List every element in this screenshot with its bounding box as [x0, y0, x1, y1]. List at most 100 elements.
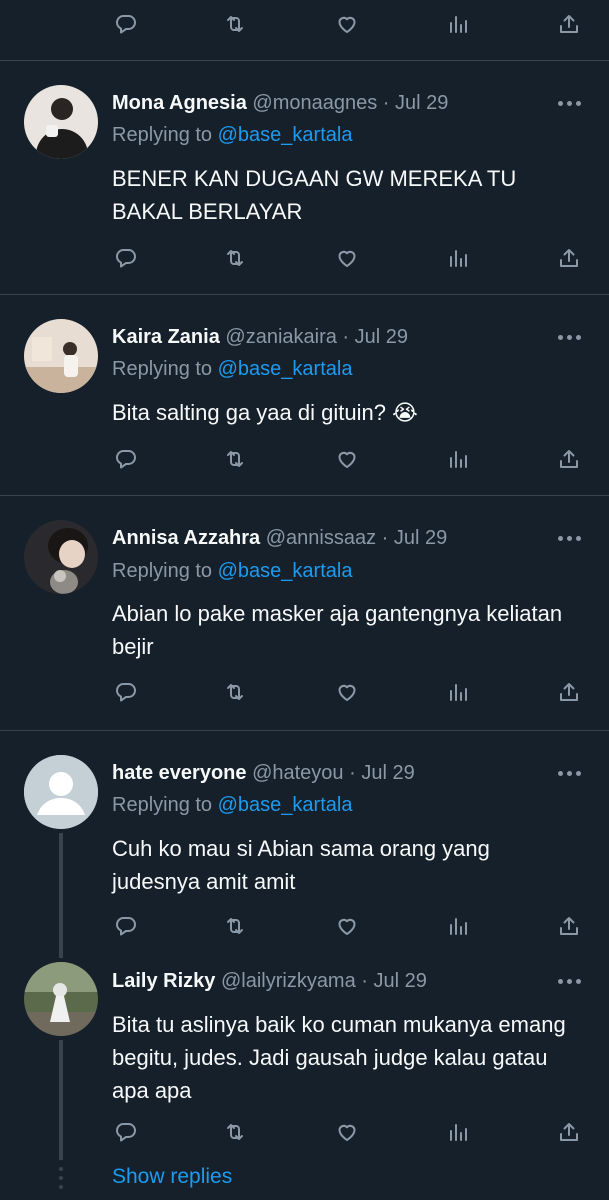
reply-icon	[114, 246, 138, 270]
divider	[0, 60, 609, 61]
action-bar	[0, 906, 609, 946]
tweet-date[interactable]: Jul 29	[374, 970, 427, 992]
display-name[interactable]: Mona Agnesia	[112, 92, 247, 114]
like-button[interactable]	[327, 672, 367, 712]
analytics-button[interactable]	[438, 238, 478, 278]
avatar[interactable]	[24, 520, 98, 594]
like-button[interactable]	[327, 1112, 367, 1152]
display-name[interactable]: hate everyone	[112, 762, 247, 784]
tweet-date[interactable]: Jul 29	[394, 527, 447, 549]
handle[interactable]: @annissaaz	[266, 527, 376, 549]
avatar[interactable]	[24, 962, 98, 1036]
analytics-icon	[446, 447, 470, 471]
divider	[0, 730, 609, 731]
reply-button[interactable]	[106, 1112, 146, 1152]
retweet-button[interactable]	[215, 439, 255, 479]
tweet-date[interactable]: Jul 29	[355, 326, 408, 348]
reply-button[interactable]	[106, 4, 146, 44]
like-icon	[335, 914, 359, 938]
replying-to: Replying to @base_kartala	[112, 556, 352, 586]
replying-to-link[interactable]: @base_kartala	[218, 794, 353, 816]
share-button[interactable]	[549, 4, 589, 44]
more-button[interactable]	[548, 966, 590, 996]
analytics-button[interactable]	[438, 906, 478, 946]
replying-to-label: Replying to	[112, 794, 218, 816]
retweet-button[interactable]	[215, 238, 255, 278]
analytics-button[interactable]	[438, 439, 478, 479]
reply-icon	[114, 447, 138, 471]
action-bar	[0, 439, 609, 479]
tweet-text: Bita salting ga yaa di gituin? 😭	[112, 396, 582, 429]
tweet-text: Cuh ko mau si Abian sama orang yang jude…	[112, 836, 490, 894]
more-button[interactable]	[548, 322, 590, 352]
share-button[interactable]	[549, 238, 589, 278]
display-name[interactable]: Laily Rizky	[112, 970, 215, 992]
share-button[interactable]	[549, 672, 589, 712]
reply-button[interactable]	[106, 238, 146, 278]
show-replies-link[interactable]: Show replies	[112, 1162, 232, 1192]
display-name[interactable]: Kaira Zania	[112, 326, 220, 348]
retweet-icon	[223, 1120, 247, 1144]
thread-continuation-dots	[59, 1167, 63, 1189]
analytics-icon	[446, 246, 470, 270]
handle[interactable]: @hateyou	[252, 762, 343, 784]
like-button[interactable]	[327, 906, 367, 946]
share-button[interactable]	[549, 439, 589, 479]
reply-icon	[114, 1120, 138, 1144]
tweet-date[interactable]: Jul 29	[361, 762, 414, 784]
reply-button[interactable]	[106, 439, 146, 479]
more-button[interactable]	[548, 523, 590, 553]
like-icon	[335, 246, 359, 270]
more-button[interactable]	[548, 88, 590, 118]
tweet-date[interactable]: Jul 29	[395, 92, 448, 114]
retweet-button[interactable]	[215, 4, 255, 44]
avatar[interactable]	[24, 755, 98, 829]
handle[interactable]: @zaniakaira	[225, 326, 336, 348]
like-button[interactable]	[327, 4, 367, 44]
handle[interactable]: @monaagnes	[252, 92, 377, 114]
separator: ·	[343, 762, 362, 784]
avatar[interactable]	[24, 319, 98, 393]
like-button[interactable]	[327, 238, 367, 278]
replying-to-link[interactable]: @base_kartala	[218, 358, 353, 380]
share-button[interactable]	[549, 1112, 589, 1152]
reply-icon	[114, 914, 138, 938]
replying-to-link[interactable]: @base_kartala	[218, 124, 353, 146]
tweet-header: Laily Rizky @lailyrizkyama · Jul 29	[112, 966, 427, 996]
share-button[interactable]	[549, 906, 589, 946]
retweet-icon	[223, 914, 247, 938]
like-button[interactable]	[327, 439, 367, 479]
analytics-icon	[446, 680, 470, 704]
tweet-header: hate everyone @hateyou · Jul 29	[112, 758, 415, 788]
share-icon	[557, 12, 581, 36]
tweet-header: Annisa Azzahra @annissaaz · Jul 29	[112, 523, 447, 553]
reply-button[interactable]	[106, 672, 146, 712]
more-button[interactable]	[548, 758, 590, 788]
reply-button[interactable]	[106, 906, 146, 946]
analytics-button[interactable]	[438, 672, 478, 712]
retweet-icon	[223, 680, 247, 704]
more-icon	[557, 535, 563, 541]
like-icon	[335, 447, 359, 471]
replying-to-link[interactable]: @base_kartala	[218, 560, 353, 582]
action-bar	[0, 1112, 609, 1152]
retweet-button[interactable]	[215, 1112, 255, 1152]
retweet-button[interactable]	[215, 672, 255, 712]
share-icon	[557, 914, 581, 938]
replying-to: Replying to @base_kartala	[112, 120, 352, 150]
more-icon	[557, 334, 563, 340]
display-name[interactable]: Annisa Azzahra	[112, 527, 260, 549]
avatar[interactable]	[24, 85, 98, 159]
analytics-icon	[446, 12, 470, 36]
separator: ·	[336, 326, 355, 348]
retweet-icon	[223, 12, 247, 36]
divider	[0, 294, 609, 295]
like-icon	[335, 680, 359, 704]
action-bar-top	[0, 4, 609, 44]
retweet-button[interactable]	[215, 906, 255, 946]
analytics-button[interactable]	[438, 1112, 478, 1152]
handle[interactable]: @lailyrizkyama	[221, 970, 356, 992]
analytics-button[interactable]	[438, 4, 478, 44]
separator: ·	[377, 92, 396, 114]
tweet-text: BENER KAN DUGAAN GW MEREKA TU BAKAL BERL…	[112, 166, 517, 224]
